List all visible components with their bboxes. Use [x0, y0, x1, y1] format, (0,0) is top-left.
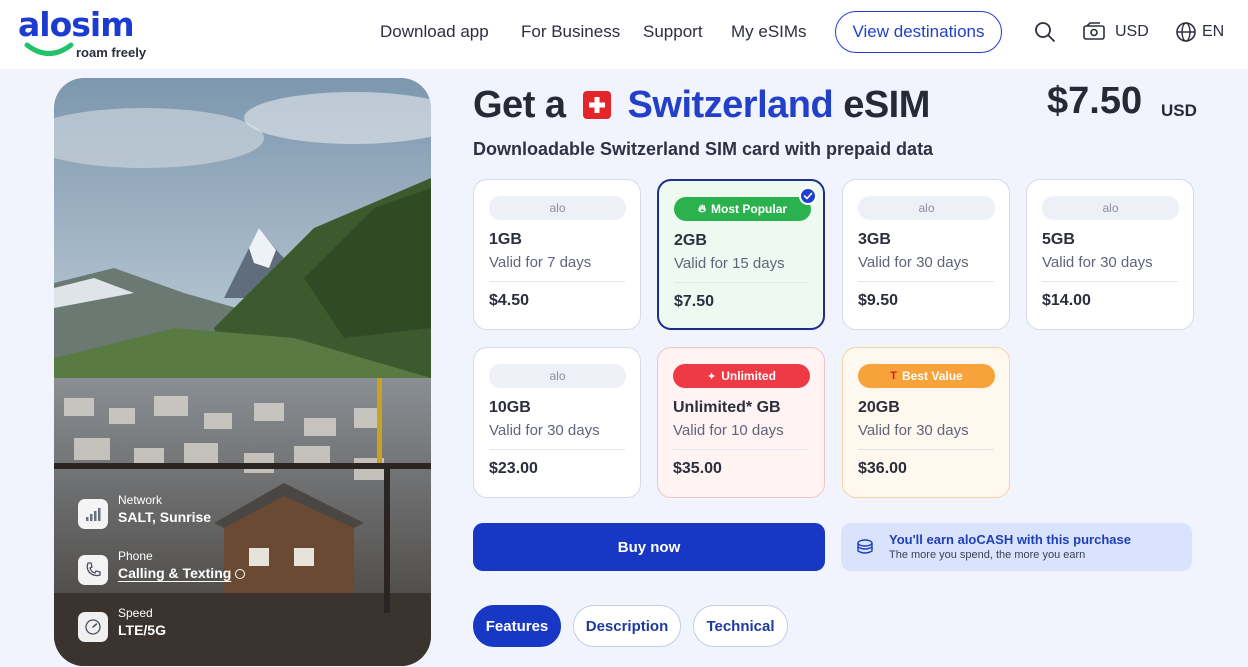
- logo-wordmark: alosim: [18, 5, 135, 44]
- currency-icon[interactable]: [1082, 20, 1106, 44]
- destination-photo: Network SALT, Sunrise Phone Calling & Te…: [54, 78, 431, 666]
- page-subtitle: Downloadable Switzerland SIM card with p…: [473, 139, 934, 159]
- tab-features[interactable]: Features: [473, 605, 561, 647]
- alosim-logo[interactable]: alosim roam freely: [18, 6, 158, 62]
- tab-technical[interactable]: Technical: [693, 605, 788, 647]
- logo-smile-icon: [24, 42, 74, 56]
- site-header: alosim roam freely Download app For Busi…: [0, 0, 1248, 69]
- plan-price: $7.50: [674, 293, 715, 310]
- plan-card-20gb[interactable]: T Best Value 20GB Valid for 30 days $36.…: [842, 347, 1010, 498]
- plan-price: $14.00: [1042, 292, 1091, 309]
- divider: [858, 449, 994, 450]
- plan-data: 20GB: [858, 399, 900, 416]
- divider: [858, 281, 994, 282]
- spec-speed: Speed LTE/5G: [78, 606, 398, 651]
- plan-validity: Valid for 30 days: [858, 254, 969, 271]
- divider: [1042, 281, 1178, 282]
- plan-card-2gb[interactable]: 🔥︎ Most Popular 2GB Valid for 15 days $7…: [657, 179, 825, 330]
- plan-data: 2GB: [674, 232, 707, 249]
- spec-network-label: Network: [118, 493, 163, 507]
- speed-icon: [78, 612, 108, 642]
- search-icon[interactable]: [1033, 20, 1057, 44]
- coins-icon: [857, 539, 873, 554]
- plan-data: 5GB: [1042, 231, 1075, 248]
- selected-price: $7.50: [1047, 80, 1143, 122]
- plan-price: $35.00: [673, 460, 722, 477]
- nav-support[interactable]: Support: [643, 21, 703, 43]
- plan-validity: Valid for 30 days: [1042, 254, 1153, 271]
- plan-data: Unlimited* GB: [673, 399, 781, 416]
- plan-validity: Valid for 30 days: [489, 422, 600, 439]
- globe-icon[interactable]: [1174, 20, 1198, 44]
- tag-icon: ✦: [707, 370, 717, 383]
- most-popular-label: Most Popular: [711, 202, 788, 216]
- spec-phone-value[interactable]: Calling & Texting: [118, 565, 231, 581]
- most-popular-badge: 🔥︎ Most Popular: [674, 197, 811, 221]
- plan-validity: Valid for 15 days: [674, 255, 785, 272]
- plan-price: $23.00: [489, 460, 538, 477]
- trophy-icon: T: [890, 370, 898, 382]
- alocash-banner: You'll earn aloCASH with this purchase T…: [841, 523, 1192, 571]
- plan-card-unlimited[interactable]: ✦ Unlimited Unlimited* GB Valid for 10 d…: [657, 347, 825, 498]
- plan-price: $9.50: [858, 292, 899, 309]
- plan-validity: Valid for 7 days: [489, 254, 592, 271]
- title-country: Switzerland: [627, 83, 834, 126]
- logo-tagline: roam freely: [76, 45, 147, 60]
- view-destinations-button[interactable]: View destinations: [835, 11, 1002, 53]
- spec-speed-value: LTE/5G: [118, 622, 166, 638]
- language-selector[interactable]: EN: [1202, 21, 1224, 43]
- buy-now-button[interactable]: Buy now: [473, 523, 825, 571]
- alo-badge: alo: [489, 196, 626, 220]
- alocash-subtitle: The more you spend, the more you earn: [889, 549, 1086, 561]
- signal-icon: [78, 499, 108, 529]
- nav-download-app[interactable]: Download app: [380, 21, 489, 43]
- divider: [674, 282, 808, 283]
- selected-check-icon: [799, 187, 817, 205]
- alo-badge: alo: [489, 364, 626, 388]
- phone-icon: [78, 555, 108, 585]
- spec-phone-value-wrap[interactable]: Calling & Texting: [118, 565, 246, 581]
- title-suffix: eSIM: [843, 83, 930, 126]
- unlimited-badge: ✦ Unlimited: [673, 364, 810, 388]
- divider: [673, 449, 809, 450]
- plan-data: 3GB: [858, 231, 891, 248]
- alo-badge: alo: [1042, 196, 1179, 220]
- nav-my-esims[interactable]: My eSIMs: [731, 21, 807, 43]
- plan-price: $36.00: [858, 460, 907, 477]
- plan-card-10gb[interactable]: alo 10GB Valid for 30 days $23.00: [473, 347, 641, 498]
- currency-selector[interactable]: USD: [1115, 21, 1149, 43]
- spec-phone-label: Phone: [118, 549, 153, 563]
- spec-network: Network SALT, Sunrise: [78, 493, 398, 538]
- plan-data: 10GB: [489, 399, 531, 416]
- spec-network-value: SALT, Sunrise: [118, 509, 212, 525]
- page-title: Get a Switzerland eSIM: [473, 80, 930, 130]
- plan-card-1gb[interactable]: alo 1GB Valid for 7 days $4.50: [473, 179, 641, 330]
- alo-badge: alo: [858, 196, 995, 220]
- spec-speed-label: Speed: [118, 606, 153, 620]
- plan-price: $4.50: [489, 292, 530, 309]
- best-value-badge: T Best Value: [858, 364, 995, 388]
- plan-data: 1GB: [489, 231, 522, 248]
- plan-card-5gb[interactable]: alo 5GB Valid for 30 days $14.00: [1026, 179, 1194, 330]
- fire-icon: 🔥︎: [697, 202, 707, 215]
- alocash-title: You'll earn aloCASH with this purchase: [889, 532, 1131, 547]
- plan-validity: Valid for 10 days: [673, 422, 784, 439]
- selected-price-currency: USD: [1161, 101, 1197, 120]
- divider: [489, 449, 625, 450]
- nav-for-business[interactable]: For Business: [521, 21, 620, 43]
- spec-phone: Phone Calling & Texting: [78, 549, 398, 594]
- best-value-label: Best Value: [902, 369, 963, 383]
- divider: [489, 281, 625, 282]
- info-icon[interactable]: [235, 569, 246, 580]
- swiss-flag-icon: [582, 91, 611, 119]
- plan-card-3gb[interactable]: alo 3GB Valid for 30 days $9.50: [842, 179, 1010, 330]
- tab-description[interactable]: Description: [573, 605, 681, 647]
- unlimited-label: Unlimited: [721, 369, 776, 383]
- plan-validity: Valid for 30 days: [858, 422, 969, 439]
- title-prefix: Get a: [473, 83, 566, 126]
